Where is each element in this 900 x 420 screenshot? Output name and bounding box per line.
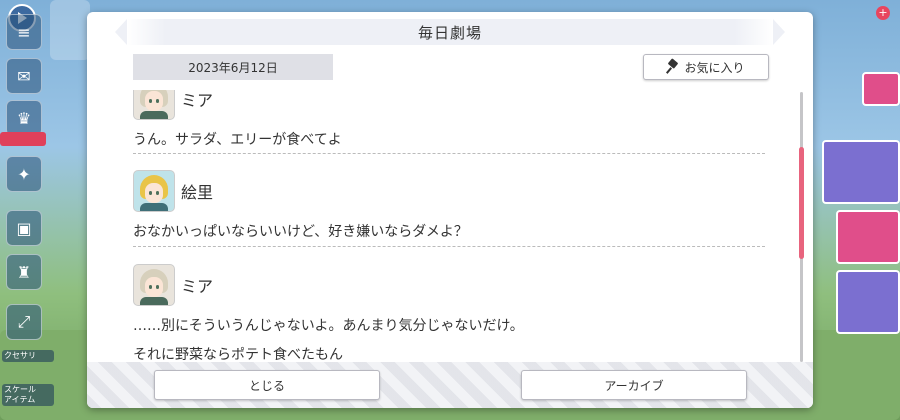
dialogue-line: それに野菜ならポテト食べたもん [133, 347, 343, 360]
header-right-ornament [773, 19, 785, 45]
accessory-label: クセサリ [2, 350, 54, 362]
entry-header: 絵里 [133, 170, 765, 212]
screen-icon[interactable]: ▣ [6, 210, 42, 246]
conversation-log[interactable]: ミア うん。サラダ、エリーが食べてよ 絵里 おなかいっぱいならいいけど、好き嫌い… [133, 90, 773, 360]
archive-button[interactable]: アーカイブ [521, 370, 747, 400]
conversation-entry: 絵里 おなかいっぱいならいいけど、好き嫌いならダメよ？ [133, 170, 765, 242]
dialog-header: 毎日劇場 [115, 19, 785, 45]
scrollbar-track[interactable] [799, 92, 804, 362]
right-side-decoration: + [810, 0, 900, 420]
favorite-label: お気に入り [684, 60, 745, 75]
entry-divider [133, 153, 765, 154]
shop-icon[interactable]: ♛ [6, 100, 42, 136]
scale-item-label: スケール アイテム [2, 384, 54, 406]
conversation-entry: ミア ……別にそういうんじゃないよ。あんまり気分じゃないだけ。 それに野菜ならポ… [133, 264, 765, 360]
dialogue-line: ……別にそういうんじゃないよ。あんまり気分じゃないだけ。 [133, 318, 524, 334]
avatar [133, 90, 175, 120]
gift-icon[interactable]: ✦ [6, 156, 42, 192]
speaker-name: ミア [181, 277, 214, 296]
avatar [133, 170, 175, 212]
favorite-button[interactable]: お気に入り [643, 54, 769, 80]
entry-header: ミア [133, 90, 765, 120]
side-banner-purple[interactable] [822, 140, 900, 204]
add-currency-icon[interactable]: + [876, 6, 890, 20]
entry-divider [133, 246, 765, 247]
side-banner-pink[interactable] [862, 72, 900, 106]
left-menu-rail: ≡ ✉ ♛ ✦ ▣ ♜ ⤢ クセサリ スケール アイテム [0, 0, 54, 420]
expand-icon[interactable]: ⤢ [6, 304, 42, 340]
pin-icon [667, 60, 679, 74]
chat-icon[interactable]: ✉ [6, 58, 42, 94]
event-tag [0, 132, 46, 146]
entry-header: ミア [133, 264, 765, 306]
daily-theater-dialog: 毎日劇場 2023年6月12日 お気に入り ミア うん。サラダ、エリーが食べてよ [87, 12, 813, 408]
dialogue-line: おなかいっぱいならいいけど、好き嫌いならダメよ？ [133, 224, 468, 240]
speaker-name: 絵里 [181, 183, 214, 202]
avatar [133, 264, 175, 306]
side-banner-purple-2[interactable] [836, 270, 900, 334]
header-left-ornament [115, 19, 127, 45]
date-label: 2023年6月12日 [133, 54, 333, 80]
trophy-icon[interactable]: ♜ [6, 254, 42, 290]
conversation-entry: ミア うん。サラダ、エリーが食べてよ [133, 90, 765, 150]
speaker-name: ミア [181, 91, 214, 110]
background-cloud [50, 0, 90, 60]
side-banner-pink-2[interactable] [836, 210, 900, 264]
menu-button[interactable]: ≡ [6, 14, 42, 50]
scrollbar-thumb[interactable] [799, 147, 804, 259]
close-button[interactable]: とじる [154, 370, 380, 400]
dialogue-line: うん。サラダ、エリーが食べてよ [133, 132, 342, 148]
dialog-title: 毎日劇場 [417, 23, 482, 42]
